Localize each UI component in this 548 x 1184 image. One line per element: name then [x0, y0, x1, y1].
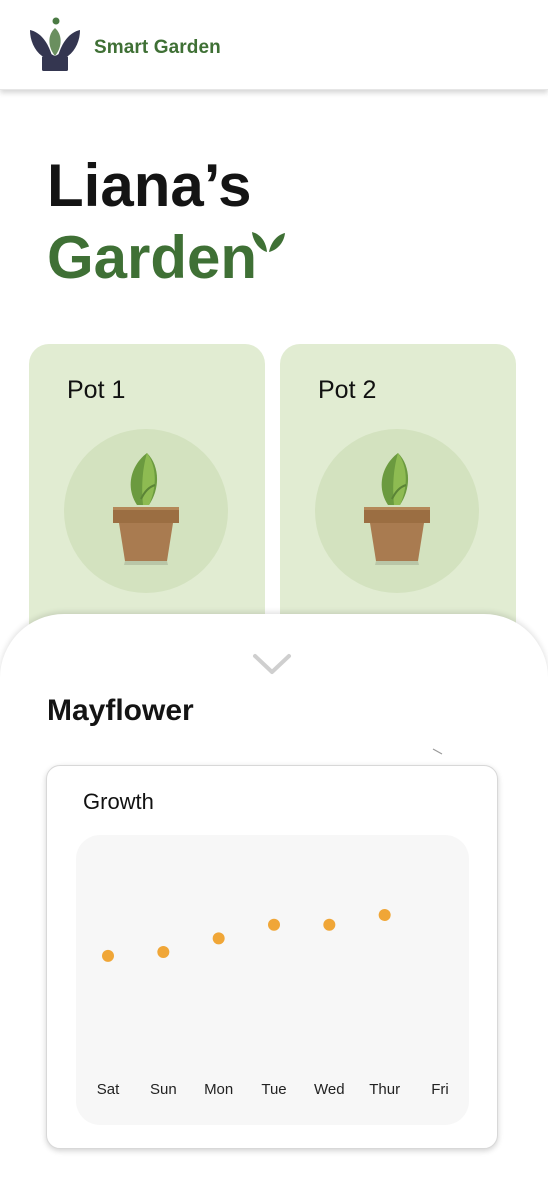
data-point[interactable] [212, 932, 225, 945]
x-tick-label: Wed [314, 1081, 345, 1098]
pot-label: Pot 1 [67, 376, 126, 404]
pot-card-2[interactable]: Pot 2 [280, 344, 516, 654]
potted-plant-icon [364, 453, 430, 565]
data-point[interactable] [157, 946, 170, 958]
data-point[interactable] [323, 918, 336, 931]
chevron-down-icon[interactable] [252, 652, 292, 676]
x-tick-label: Fri [431, 1081, 449, 1098]
page-title-garden: Garden [47, 224, 258, 291]
decorative-mark [432, 748, 443, 755]
app-header: Smart Garden [0, 0, 548, 90]
x-tick-label: Sun [150, 1081, 177, 1098]
growth-title: Growth [83, 789, 154, 814]
data-point[interactable] [378, 908, 391, 921]
potted-plant-icon [113, 453, 179, 565]
x-tick-label: Mon [204, 1081, 233, 1098]
sprout-icon [252, 232, 285, 252]
plant-name: Mayflower [47, 694, 194, 727]
data-point[interactable] [102, 949, 114, 962]
pot-label: Pot 2 [318, 376, 377, 404]
pot-card-1[interactable]: Pot 1 [29, 344, 265, 654]
plant-avatar [64, 429, 228, 593]
x-tick-label: Sat [97, 1081, 120, 1098]
x-tick-label: Thur [369, 1081, 400, 1098]
x-tick-label: Tue [261, 1081, 286, 1098]
lotus-pot-logo-icon[interactable] [28, 16, 82, 72]
growth-card: Growth Sat Sun Mon Tue Wed Thur Fri [46, 765, 498, 1149]
data-point[interactable] [268, 918, 280, 931]
growth-chart-svg: Sat Sun Mon Tue Wed Thur Fri [97, 908, 449, 1098]
page-title-owner: Liana’s [47, 152, 252, 219]
plant-detail-sheet[interactable]: Mayflower Growth Sat Sun Mon Tue Wed Thur Fri [0, 614, 548, 1184]
plant-avatar [315, 429, 479, 593]
brand-name: Smart Garden [94, 37, 221, 58]
growth-chart: Sat Sun Mon Tue Wed Thur Fri [76, 835, 469, 1125]
